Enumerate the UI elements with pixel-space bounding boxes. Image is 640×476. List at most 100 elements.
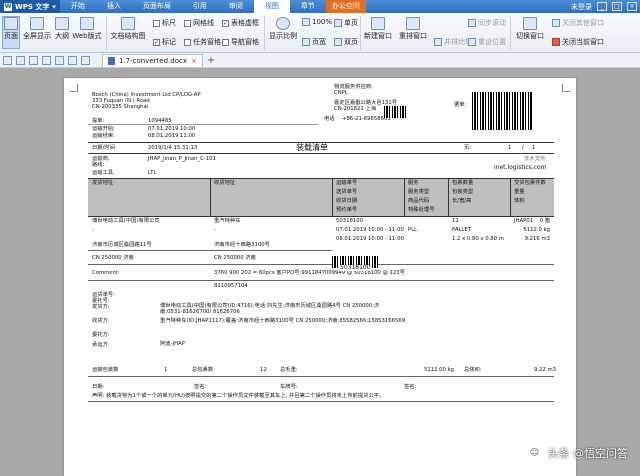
volume-value: 9.22 m3 <box>534 367 557 373</box>
arrange-window-button[interactable]: 重排窗口 <box>396 17 430 41</box>
app-menu-button[interactable]: W WPS 文字 ▾ <box>0 0 60 13</box>
consignee-line-3: 发货方: <box>92 304 110 310</box>
menu-view[interactable]: 视图 <box>253 0 290 13</box>
sign-date: 日期: <box>92 384 105 390</box>
page-width-button[interactable]: 页宽 <box>302 37 326 47</box>
row1-code: JHAP01 <box>514 218 534 224</box>
col-delivery-no: 送货单号 <box>336 189 358 195</box>
side-by-side-button[interactable]: 并排比较 <box>434 37 472 47</box>
gridlines-checkbox[interactable]: 网格线 <box>184 18 214 28</box>
print-icon[interactable] <box>29 55 38 65</box>
addr-to: 济南市经十西路3100号 <box>214 242 270 248</box>
dropdown-icon[interactable] <box>81 55 90 65</box>
close-icon[interactable]: × <box>627 2 637 11</box>
close-current-window-button[interactable]: 关闭当前窗口 <box>552 37 604 47</box>
row1-shipment: 50318100 <box>336 218 363 224</box>
markup-checkbox[interactable]: ✓ 标记 <box>153 37 176 47</box>
menu-office-space[interactable]: 办公空间 <box>325 0 366 13</box>
col-service-type: 服务类型 <box>408 189 430 195</box>
full-screen-button[interactable]: 全屏显示 <box>22 17 52 41</box>
col-pack-type: 包装类型 <box>452 189 474 195</box>
row3-dims: 1.2 x 0.80 x 0.80 m <box>452 236 504 242</box>
page-label: 页: <box>464 145 472 151</box>
carrier-label: 承运方: <box>92 342 110 348</box>
fullscreen-icon <box>30 17 44 30</box>
col-delivery-pkg: 交货包裹件数 <box>514 180 546 186</box>
company-value: JHAP_Jinan_P_Jinan_C-101 <box>148 156 216 162</box>
receiver-label: 收货方: <box>92 318 110 324</box>
close-other-windows-button[interactable]: 关闭其他窗口 <box>552 18 604 28</box>
declaration-note: 声明: 装载货物为1个或一个的单元(HU)按照提交的第二个操作员文件装载至其车上… <box>92 393 385 399</box>
carrier-value: 阿迪-JHAP <box>160 341 185 347</box>
row2-service: PLL <box>408 227 418 233</box>
row2-pack: PALLET <box>452 227 471 233</box>
watermark: ☺ 头条 @悟空问答 <box>525 444 629 462</box>
menu-chapter[interactable]: 章节 <box>290 0 326 13</box>
web-layout-button[interactable]: Web版式 <box>72 17 102 41</box>
menu-review[interactable]: 审阅 <box>218 0 254 13</box>
volume-label: 总体积: <box>464 367 482 373</box>
document-tab-title: 1.7-converted.docx <box>119 56 187 65</box>
row1-qty: 12 <box>452 218 459 224</box>
col-shipment: 运输单号 <box>336 180 358 186</box>
start-value: 07.01.2019 10:00 <box>148 126 196 132</box>
face-icon: ☺ <box>525 444 544 462</box>
page-no: 1 <box>508 145 512 151</box>
document-page[interactable]: Bosch (China) Investment Ltd CP/LOG-AP 3… <box>64 78 576 476</box>
menu-insert[interactable]: 插入 <box>96 0 132 13</box>
doc-map-button[interactable]: 文档结构图 <box>108 17 148 41</box>
menu-bar: 开始 插入 页面布局 引用 审阅 视图 章节 办公空间 <box>60 0 366 13</box>
shipper-line-3: CN-200335 Shanghai <box>92 104 149 110</box>
col-product-code: 商品代码 <box>408 198 430 204</box>
watermark-text: 头条 @悟空问答 <box>547 447 629 460</box>
doc-no-label: 提单: <box>92 118 105 124</box>
page-sep: / <box>522 145 524 151</box>
menu-layout[interactable]: 页面布局 <box>132 0 182 13</box>
new-window-button[interactable]: 新建窗口 <box>362 17 394 41</box>
preview-icon[interactable] <box>42 55 51 65</box>
postcode-from: CN 250000 济南 <box>92 255 134 261</box>
barcode-number: 50318100 <box>340 264 371 271</box>
row2-weight: 5112.0 kg <box>523 227 550 233</box>
col-special: 特殊处理号 <box>408 207 435 213</box>
redo-icon[interactable] <box>68 55 77 65</box>
outline-button[interactable]: 大纲 <box>53 17 71 41</box>
zoom-100-button[interactable]: 100% <box>302 18 332 26</box>
comment-value: 3760 900 202 = 60pcs 客户PO号:9911847009949… <box>214 270 405 276</box>
tool-label: 运输工具: <box>92 170 115 176</box>
close-tab-icon[interactable]: × <box>191 57 197 65</box>
page-icon <box>4 17 18 30</box>
maximize-icon[interactable]: □ <box>612 2 622 11</box>
weight-label: 总毛重: <box>280 367 298 373</box>
row3-volume: 9.216 m3 <box>524 236 550 242</box>
switch-window-button[interactable]: 切换窗口 <box>512 17 548 41</box>
nav-pane-checkbox[interactable]: 导航窗格 <box>222 37 259 47</box>
ruler-checkbox[interactable]: 标尺 <box>153 18 176 28</box>
undo-icon[interactable] <box>55 55 64 65</box>
zoom-ratio-button[interactable]: 显示比例 <box>268 17 298 41</box>
menu-references[interactable]: 引用 <box>182 0 218 13</box>
minimize-icon[interactable]: _ <box>597 2 607 11</box>
add-tab-icon[interactable]: + <box>207 55 215 66</box>
tech-label: 技术支持 <box>524 156 546 162</box>
task-pane-checkbox[interactable]: 任务窗格 <box>184 37 221 47</box>
page-view-button[interactable]: 页面 <box>2 16 20 49</box>
save-icon[interactable] <box>16 55 25 65</box>
table-gridlines-checkbox[interactable]: ✓ 表格虚框 <box>222 18 259 28</box>
document-workspace[interactable]: Bosch (China) Investment Ltd CP/LOG-AP 3… <box>0 68 640 476</box>
document-tab[interactable]: 1.7-converted.docx × <box>102 53 203 67</box>
two-pages-button[interactable]: 双页 <box>334 37 358 47</box>
comment-label: Comment: <box>92 270 120 276</box>
sync-scroll-button[interactable]: 同步滚动 <box>468 18 506 28</box>
ref-no: 8110957104 <box>214 283 248 289</box>
open-icon[interactable] <box>3 55 12 65</box>
single-page-button[interactable]: 单页 <box>334 18 358 28</box>
tel-label: 电话 <box>324 116 335 122</box>
col-dimensions: 长/宽/高 <box>452 198 472 204</box>
row2-from: - <box>92 227 94 233</box>
page-total: 1 <box>532 145 536 151</box>
login-link[interactable]: 未登录 <box>571 2 592 12</box>
row1-boxes: 0 箱 <box>539 218 550 224</box>
menu-home[interactable]: 开始 <box>60 0 96 13</box>
reset-position-button[interactable]: 重设位置 <box>468 37 506 47</box>
